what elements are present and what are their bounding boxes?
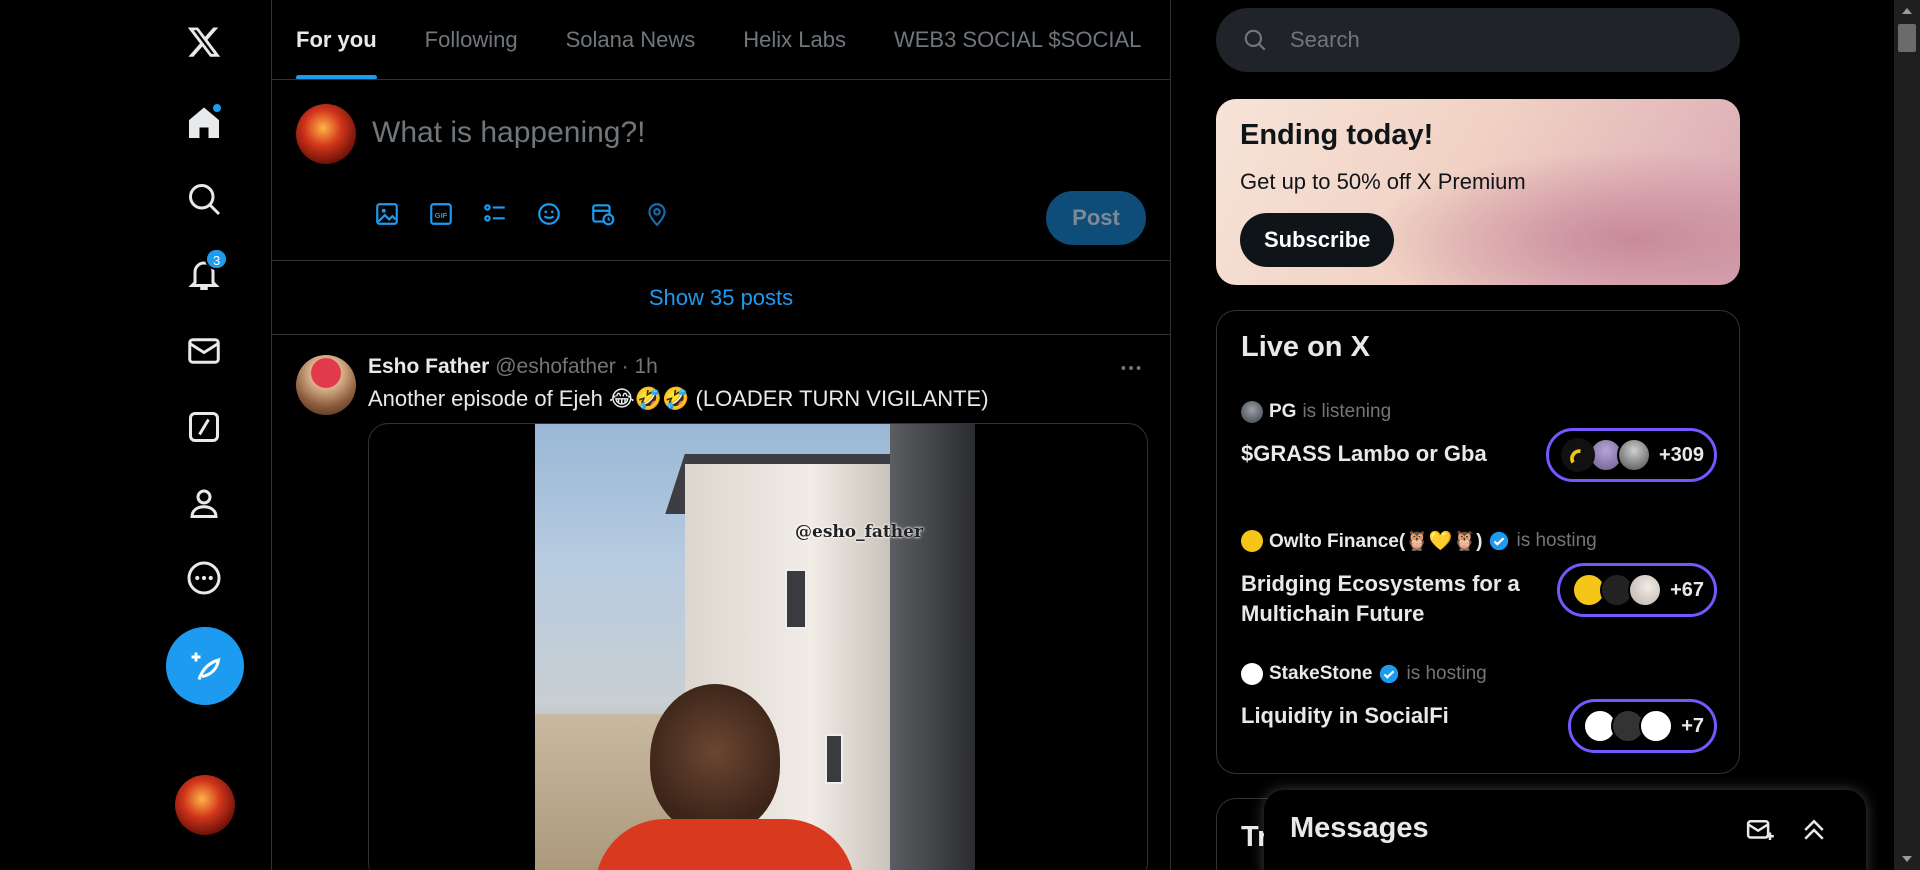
search-input[interactable] [1290, 27, 1710, 53]
tweet-author-name[interactable]: Esho Father [368, 355, 489, 378]
gate-pole [890, 424, 975, 870]
listener-count: +7 [1681, 714, 1704, 737]
timeline-tabs: For you Following Solana News Helix Labs… [272, 0, 1170, 80]
tab-web3-social[interactable]: WEB3 SOCIAL $SOCIAL [894, 0, 1141, 79]
premium-body: Get up to 50% off X Premium [1240, 169, 1526, 194]
post-composer: What is happening?! GIF Post [272, 80, 1170, 261]
search-icon[interactable] [165, 169, 243, 229]
profile-person-icon[interactable] [165, 473, 243, 533]
poll-list-icon[interactable] [480, 199, 510, 229]
messages-envelope-icon[interactable] [165, 321, 243, 381]
show-new-posts-button[interactable]: Show 35 posts [272, 261, 1170, 335]
schedule-calendar-icon[interactable] [588, 199, 618, 229]
main-timeline: For you Following Solana News Helix Labs… [271, 0, 1171, 870]
owl-host-avatar [1241, 530, 1263, 552]
live-space[interactable]: Owlto Finance(🦉💛🦉) is hosting Bridging E… [1241, 529, 1717, 639]
messages-title[interactable]: Messages [1290, 812, 1429, 845]
more-circle-icon[interactable] [165, 548, 243, 608]
live-title: Live on X [1241, 331, 1370, 363]
new-message-icon[interactable] [1742, 812, 1778, 848]
feather-plus-icon [191, 652, 221, 681]
live-space[interactable]: StakeStone is hosting Liquidity in Socia… [1241, 663, 1717, 763]
premium-title: Ending today! [1240, 119, 1434, 151]
compose-input[interactable]: What is happening?! [372, 116, 646, 150]
space-listeners-pill[interactable]: +67 [1557, 563, 1717, 617]
scroll-up-arrow-icon[interactable] [1902, 8, 1912, 14]
space-host-status: is listening [1302, 401, 1392, 422]
tweet-author-handle[interactable]: @eshofather [495, 355, 616, 378]
listener-avatar [1560, 438, 1595, 472]
compose-post-button[interactable] [166, 627, 244, 705]
account-avatar[interactable] [175, 775, 235, 835]
listener-count: +309 [1658, 443, 1704, 466]
tweet[interactable]: Esho Father @eshofather · 1h Another epi… [272, 335, 1170, 870]
left-nav: 3 [0, 0, 271, 870]
window [825, 734, 843, 784]
more-options-icon[interactable] [1116, 353, 1146, 383]
search-icon [1244, 29, 1266, 51]
premium-promo-card: Ending today! Get up to 50% off X Premiu… [1216, 99, 1740, 285]
space-title: $GRASS Lambo or Gba [1241, 441, 1487, 466]
space-listeners-pill[interactable]: +309 [1545, 428, 1717, 482]
live-space[interactable]: PG is listening $GRASS Lambo or Gba +309 [1241, 401, 1717, 501]
verified-badge-icon [1490, 531, 1509, 551]
space-host-name: Owlto Finance(🦉💛🦉) [1269, 531, 1483, 552]
tab-helix-labs[interactable]: Helix Labs [743, 0, 846, 79]
tweet-separator: · [621, 355, 635, 378]
listener-avatar [1639, 709, 1674, 743]
boy-face [650, 684, 780, 834]
home-icon[interactable] [165, 93, 243, 153]
home-unread-dot [211, 102, 223, 114]
host-avatar [1241, 401, 1263, 423]
listener-avatar [1628, 573, 1663, 607]
space-title: Liquidity in SocialFi [1241, 703, 1449, 728]
media-image-icon[interactable] [372, 199, 402, 229]
tab-for-you[interactable]: For you [296, 0, 377, 79]
scroll-thumb[interactable] [1898, 24, 1916, 52]
notifications-badge: 3 [205, 248, 229, 270]
expand-chevrons-up-icon[interactable] [1796, 812, 1832, 848]
grok-slash-icon[interactable] [165, 397, 243, 457]
space-host-status: is hosting [1406, 663, 1487, 684]
tweet-header: Esho Father @eshofather · 1h [368, 355, 658, 379]
stakestone-host-avatar [1241, 663, 1263, 685]
tweet-timestamp[interactable]: 1h [634, 355, 657, 378]
tab-following[interactable]: Following [425, 0, 518, 79]
tweet-media[interactable]: @esho_father [368, 423, 1148, 870]
live-on-x-card: Live on X PG is listening $GRASS Lambo o… [1216, 310, 1740, 774]
x-logo-icon[interactable] [165, 12, 243, 72]
space-host-row: PG is listening [1241, 401, 1717, 423]
listener-avatar [1616, 438, 1651, 472]
post-button[interactable]: Post [1046, 191, 1146, 245]
gif-icon[interactable]: GIF [426, 199, 456, 229]
window [785, 569, 807, 629]
search-box[interactable] [1216, 8, 1740, 72]
notifications-bell-icon[interactable]: 3 [165, 245, 243, 305]
subscribe-button[interactable]: Subscribe [1240, 213, 1395, 267]
emoji-icon[interactable] [534, 199, 564, 229]
video-watermark: @esho_father [795, 522, 923, 542]
space-title: Bridging Ecosystems for a Multichain Fut… [1241, 571, 1520, 626]
video-frame[interactable]: @esho_father [535, 424, 975, 870]
scroll-down-arrow-icon[interactable] [1902, 856, 1912, 862]
verified-badge-icon [1380, 664, 1399, 684]
space-host-row: StakeStone is hosting [1241, 663, 1717, 685]
red-shirt [595, 819, 855, 870]
space-host-name: StakeStone [1269, 663, 1373, 684]
page-scrollbar[interactable] [1894, 0, 1920, 870]
tweet-text: Another episode of Ejeh 😂🤣🤣 (LOADER TURN… [368, 386, 989, 411]
space-host-name: PG [1269, 401, 1297, 422]
location-pin-icon[interactable] [642, 199, 672, 229]
listener-count: +67 [1670, 578, 1704, 601]
svg-text:GIF: GIF [435, 211, 448, 220]
tweet-author-avatar[interactable] [296, 355, 356, 415]
space-listeners-pill[interactable]: +7 [1568, 699, 1717, 753]
composer-avatar[interactable] [296, 104, 356, 164]
tab-solana-news[interactable]: Solana News [566, 0, 696, 79]
space-host-row: Owlto Finance(🦉💛🦉) is hosting [1241, 529, 1717, 553]
space-host-status: is hosting [1516, 530, 1597, 551]
messages-drawer[interactable]: Messages [1264, 790, 1866, 870]
